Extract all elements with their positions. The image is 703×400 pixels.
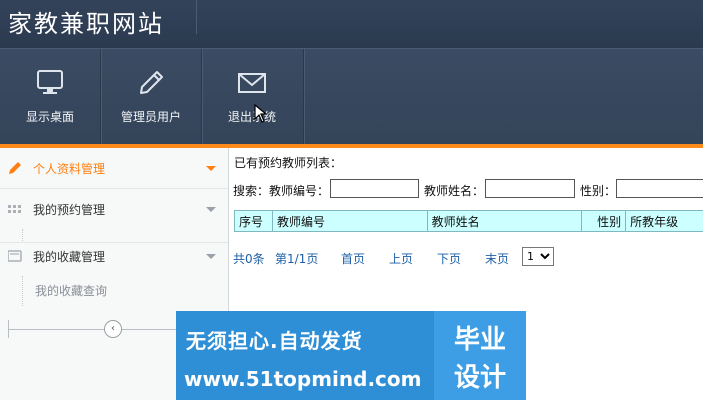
sidebar-item-label: 我的预约管理 — [33, 203, 106, 217]
search-bar: 搜索： 教师编号： 教师姓名： 性别： — [233, 178, 703, 200]
title-divider — [196, 0, 197, 34]
column-header: 序号 — [234, 210, 273, 232]
last-page-link[interactable]: 末页 — [485, 250, 509, 267]
sidebar-item-appointments[interactable]: 我的预约管理 — [0, 189, 228, 229]
watermark-banner: 无须担心.自动发货 www.51topmind.com 毕业 设计 — [176, 311, 526, 400]
prev-page-link[interactable]: 上页 — [389, 250, 413, 267]
page-info: 第1/1页 — [275, 252, 319, 266]
show-desktop-button[interactable]: 显示桌面 — [0, 49, 100, 145]
next-page-link[interactable]: 下页 — [437, 250, 461, 267]
collapse-sidebar-button[interactable]: ‹ — [104, 320, 122, 338]
sidebar-item-profile[interactable]: 个人资料管理 — [0, 148, 228, 188]
column-header: 所教年级 — [625, 210, 703, 232]
monitor-icon — [37, 70, 63, 94]
gender-input[interactable] — [616, 179, 703, 198]
sidebar-subtree: 我的收藏查询 — [22, 276, 107, 306]
watermark-stamp: 毕业 设计 — [434, 311, 526, 400]
logout-button[interactable]: 退出系统 — [202, 49, 302, 145]
watermark-line1: 无须担心.自动发货 — [186, 329, 363, 353]
page-select[interactable]: 1 — [522, 247, 554, 266]
top-header: 家教兼职网站 — [0, 0, 703, 48]
chevron-down-icon — [206, 166, 216, 171]
grid-icon — [8, 205, 21, 213]
chevron-down-icon — [206, 207, 216, 212]
mouse-cursor-icon — [254, 104, 268, 123]
toolbar: 显示桌面 管理员用户 退出系统 — [0, 48, 703, 145]
sidebar-subitem-favorites-query[interactable]: 我的收藏查询 — [35, 282, 107, 299]
sidebar-item-favorites[interactable]: 我的收藏管理 — [0, 236, 228, 276]
teacher-no-input[interactable] — [330, 179, 419, 198]
sidebar-item-label: 我的收藏管理 — [33, 250, 106, 264]
column-header: 教师编号 — [271, 210, 428, 232]
gender-label: 性别： — [580, 184, 617, 198]
stamp-bottom-text: 设计 — [453, 363, 506, 393]
pencil-icon — [140, 71, 163, 94]
logout-label: 退出系统 — [227, 110, 276, 124]
stamp-top-text: 毕业 — [453, 325, 506, 355]
total-count: 共0条 — [233, 252, 265, 266]
divider — [8, 320, 9, 338]
column-header: 教师姓名 — [426, 210, 583, 232]
toolbar-divider — [303, 49, 304, 145]
watermark-url: www.51topmind.com — [184, 367, 422, 391]
chevron-down-icon — [206, 254, 216, 259]
teacher-no-label: 教师编号： — [269, 184, 330, 198]
list-title: 已有预约教师列表： — [234, 156, 343, 170]
admin-user-button[interactable]: 管理员用户 — [101, 49, 201, 145]
watermark-box: 无须担心.自动发货 www.51topmind.com — [176, 311, 434, 400]
teacher-table: 序号 教师编号 教师姓名 性别 所教年级 — [234, 210, 703, 232]
search-prefix: 搜索： — [233, 184, 270, 198]
column-header: 性别 — [581, 210, 627, 232]
sidebar-item-label: 个人资料管理 — [33, 162, 106, 176]
site-title: 家教兼职网站 — [8, 10, 164, 38]
app-window: 家教兼职网站 显示桌面 管理员用户 退出系统 个人资料管理 我的预约管理 我的收… — [0, 0, 703, 400]
pencil-icon — [9, 162, 21, 174]
envelope-icon — [238, 73, 266, 93]
teacher-name-input[interactable] — [485, 179, 575, 198]
show-desktop-label: 显示桌面 — [25, 110, 74, 124]
table-header-row: 序号 教师编号 教师姓名 性别 所教年级 — [234, 210, 703, 232]
teacher-name-label: 教师姓名： — [424, 184, 485, 198]
first-page-link[interactable]: 首页 — [341, 250, 365, 267]
pagination: 共0条 第1/1页 首页 上页 下页 末页 1 — [233, 247, 703, 269]
folder-icon — [8, 250, 22, 262]
admin-user-label: 管理员用户 — [120, 110, 181, 124]
